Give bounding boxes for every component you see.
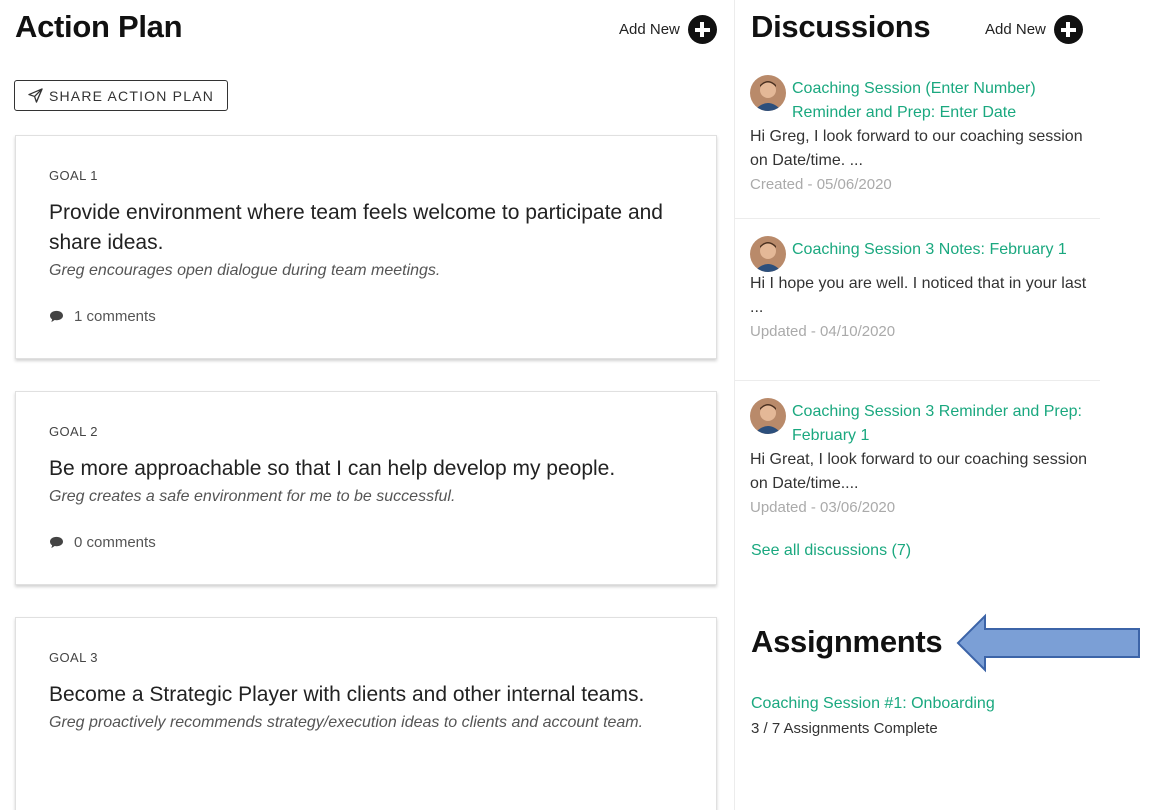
goal-comments-link[interactable]: 0 comments: [49, 534, 683, 551]
discussion-excerpt: Hi Great, I look forward to our coaching…: [750, 451, 1088, 492]
plus-circle-icon: [1053, 15, 1083, 44]
divider: [735, 218, 1100, 219]
goal-title: Be more approachable so that I can help …: [49, 457, 616, 480]
avatar: [750, 398, 786, 434]
goal-comments-link[interactable]: 1 comments: [49, 308, 683, 325]
goal-label: GOAL 3: [49, 650, 98, 665]
action-plan-title: Action Plan: [15, 9, 183, 44]
avatar: [750, 75, 786, 111]
assignment-link[interactable]: Coaching Session #1: Onboarding: [751, 695, 995, 713]
goal-label: GOAL 2: [49, 424, 98, 439]
discussion-item[interactable]: Coaching Session (Enter Number) Reminder…: [750, 75, 1100, 197]
discussions-add-new-button[interactable]: Add New: [985, 15, 1083, 44]
discussion-title[interactable]: Coaching Session (Enter Number) Reminder…: [792, 77, 1100, 125]
divider: [735, 380, 1100, 381]
avatar: [750, 236, 786, 272]
goal-card-2[interactable]: GOAL 2 Be more approachable so that I ca…: [15, 391, 717, 585]
paper-plane-icon: [28, 88, 43, 103]
discussion-date: Updated - 03/06/2020: [750, 499, 896, 516]
add-new-label: Add New: [619, 21, 680, 38]
goal-title: Provide environment where team feels wel…: [49, 201, 663, 254]
discussions-title: Discussions: [751, 9, 931, 44]
goal-description: Greg creates a safe environment for me t…: [49, 488, 456, 505]
share-action-plan-label: SHARE ACTION PLAN: [48, 87, 215, 104]
action-plan-add-new-button[interactable]: Add New: [619, 15, 717, 44]
discussion-date: Updated - 04/10/2020: [750, 323, 896, 340]
goal-description: Greg encourages open dialogue during tea…: [49, 262, 441, 279]
goal-comments-count: 1 comments: [74, 308, 156, 325]
discussion-item[interactable]: Coaching Session 3 Notes: February 1 Hi …: [750, 236, 1100, 344]
discussion-excerpt: Hi Greg, I look forward to our coaching …: [750, 128, 1083, 169]
sidebar-panel: Discussions Add New Coaching Session (En…: [735, 0, 1154, 810]
assignment-progress-text: 3 / 7 Assignments Complete: [751, 720, 938, 737]
discussion-date: Created - 05/06/2020: [750, 176, 892, 193]
add-new-label: Add New: [985, 21, 1046, 38]
goal-label: GOAL 1: [49, 168, 98, 183]
goal-comments-count: 0 comments: [74, 534, 156, 551]
discussion-item[interactable]: Coaching Session 3 Reminder and Prep: Fe…: [750, 398, 1100, 520]
comment-icon: [50, 310, 63, 323]
goal-card-1[interactable]: GOAL 1 Provide environment where team fe…: [15, 135, 717, 359]
comment-icon: [50, 536, 63, 549]
assignments-title: Assignments: [751, 624, 943, 659]
share-action-plan-button[interactable]: SHARE ACTION PLAN: [14, 80, 228, 111]
plus-circle-icon: [687, 15, 717, 44]
action-plan-panel: Action Plan Add New SHARE ACTION PLAN GO…: [0, 0, 735, 810]
annotation-arrow-icon: [956, 613, 1140, 673]
discussion-excerpt: Hi I hope you are well. I noticed that i…: [750, 275, 1087, 316]
discussion-title[interactable]: Coaching Session 3 Notes: February 1: [792, 238, 1067, 262]
discussion-title[interactable]: Coaching Session 3 Reminder and Prep: Fe…: [792, 400, 1100, 448]
goal-title: Become a Strategic Player with clients a…: [49, 683, 645, 706]
goal-description: Greg proactively recommends strategy/exe…: [49, 714, 644, 731]
goal-card-3[interactable]: GOAL 3 Become a Strategic Player with cl…: [15, 617, 717, 810]
see-all-discussions-link[interactable]: See all discussions (7): [751, 542, 911, 560]
